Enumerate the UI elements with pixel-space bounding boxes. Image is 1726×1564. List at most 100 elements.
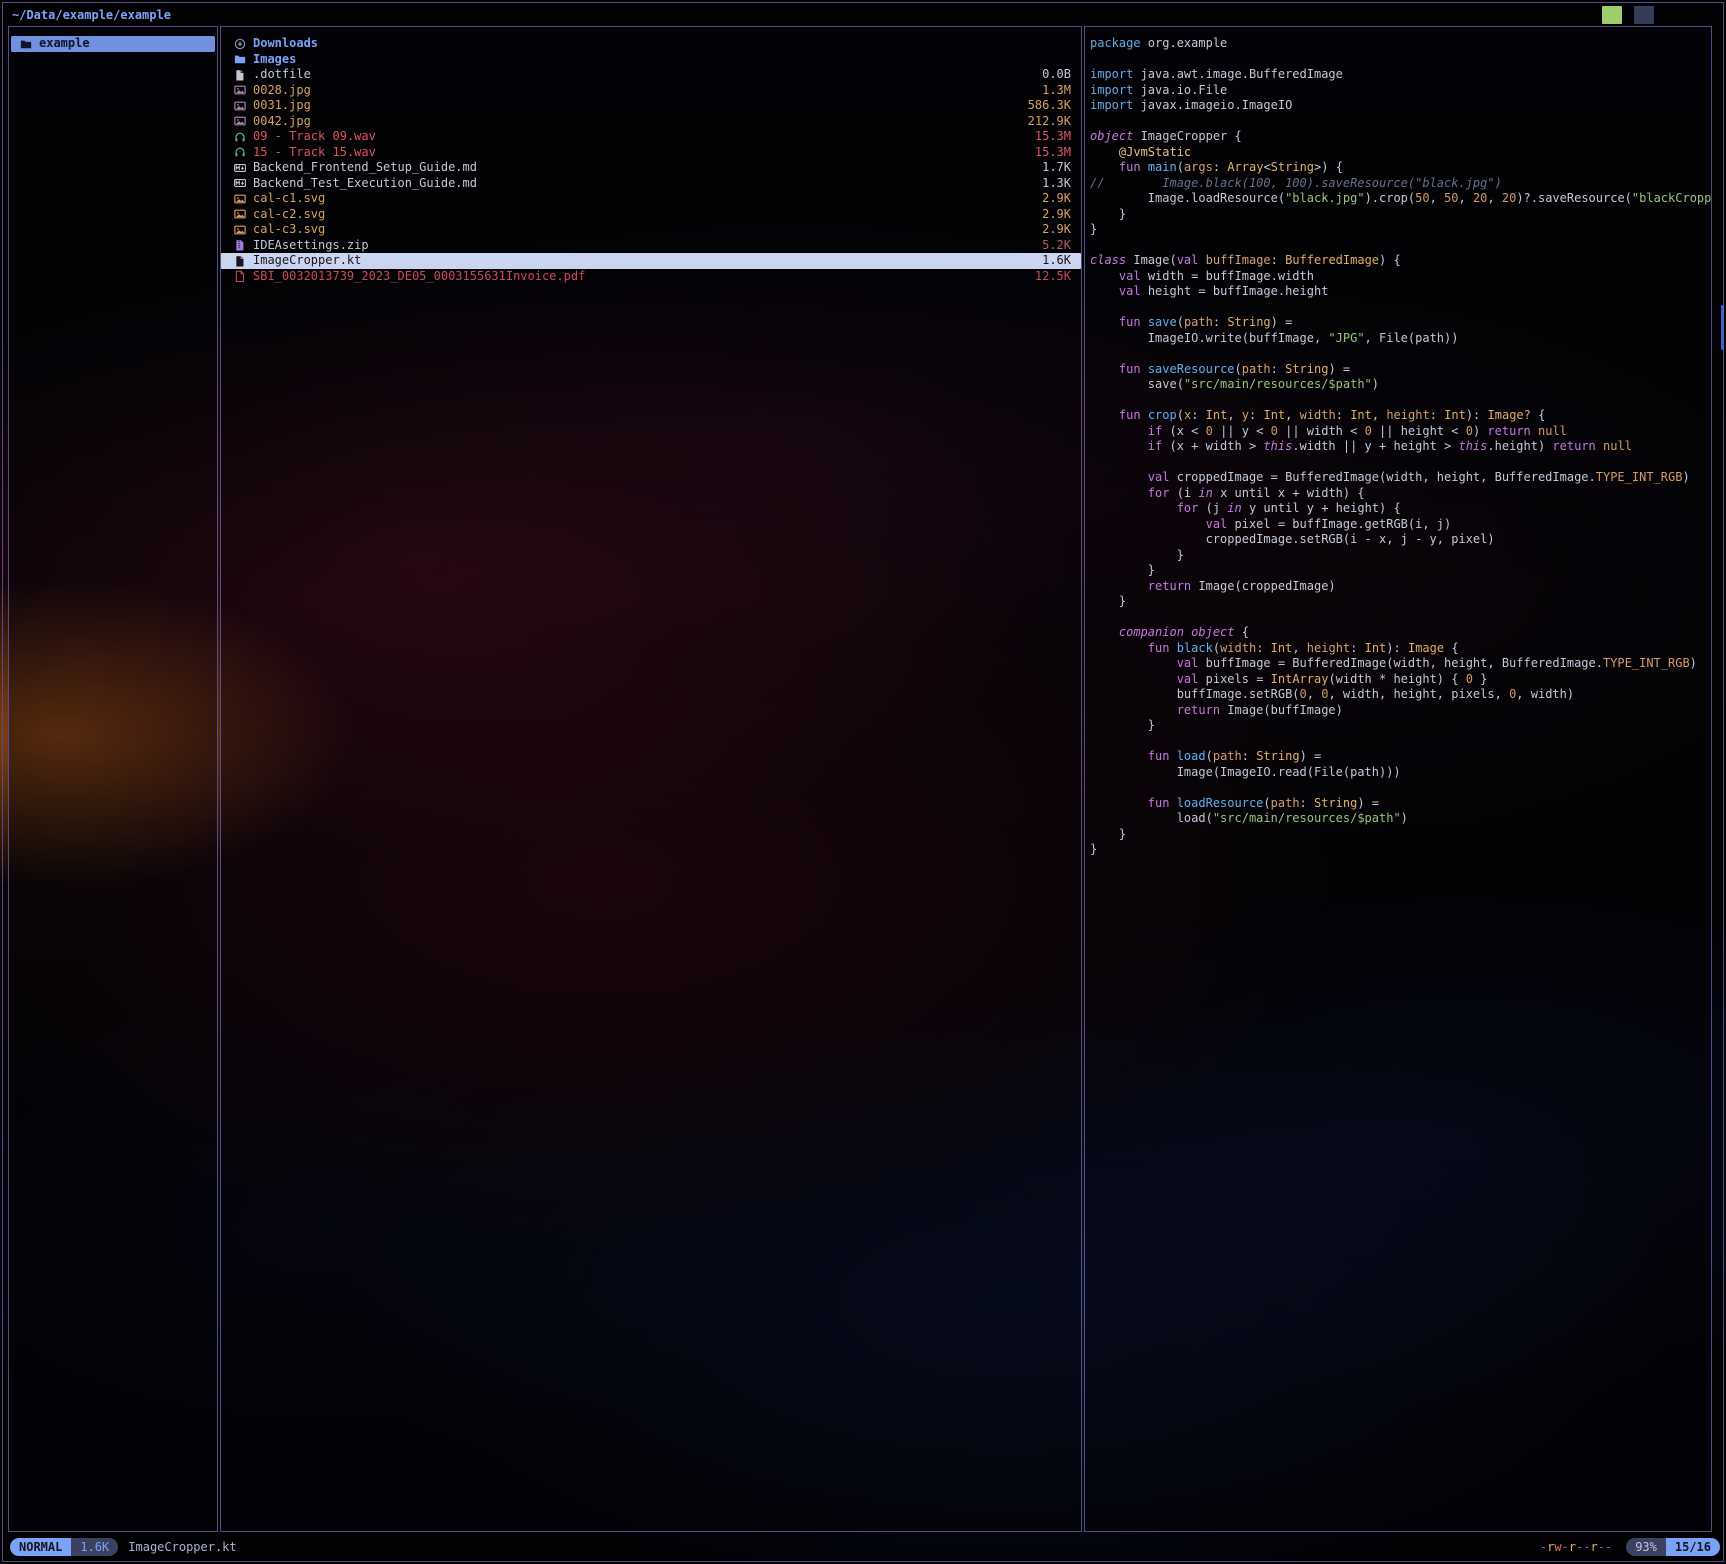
code-line xyxy=(1090,300,1711,316)
code-line: buffImage.setRGB(0, 0, width, height, pi… xyxy=(1090,687,1711,703)
file-size: 2.9K xyxy=(1042,191,1071,207)
code-line: return Image(croppedImage) xyxy=(1090,579,1711,595)
code-line xyxy=(1090,238,1711,254)
file-name: ImageCropper.kt xyxy=(253,253,1035,269)
file-list: Downloads Images .dotfile 0.0B 0028.jpg … xyxy=(221,27,1081,284)
file-row[interactable]: .dotfile 0.0B xyxy=(221,67,1081,83)
file-row[interactable]: SBI_0032013739_2023_DE05_0003155631Invoi… xyxy=(221,269,1081,285)
image-icon xyxy=(233,208,246,220)
code-line xyxy=(1090,780,1711,796)
file-row[interactable]: 0031.jpg 586.3K xyxy=(221,98,1081,114)
code-line: croppedImage.setRGB(i - x, j - y, pixel) xyxy=(1090,532,1711,548)
desktop-wallpaper: ~/Data/example/example example Downloads… xyxy=(0,0,1726,1564)
file-name: SBI_0032013739_2023_DE05_0003155631Invoi… xyxy=(253,269,1028,285)
tab[interactable] xyxy=(1666,6,1686,24)
file-row[interactable]: cal-c2.svg 2.9K xyxy=(221,207,1081,223)
scroll-percent: 93% xyxy=(1626,1538,1666,1556)
sidebar-item[interactable]: example xyxy=(11,36,215,52)
code-line: // Image.black(100, 100).saveResource("b… xyxy=(1090,176,1711,192)
code-line: import java.awt.image.BufferedImage xyxy=(1090,67,1711,83)
code-line: val pixel = buffImage.getRGB(i, j) xyxy=(1090,517,1711,533)
sidebar-item-label: example xyxy=(39,36,90,52)
code-line: ImageIO.write(buffImage, "JPG", File(pat… xyxy=(1090,331,1711,347)
code-line xyxy=(1090,114,1711,130)
code-line: for (j in y until y + height) { xyxy=(1090,501,1711,517)
code-line: package org.example xyxy=(1090,36,1711,52)
code-line: import javax.imageio.ImageIO xyxy=(1090,98,1711,114)
file-name: Backend_Test_Execution_Guide.md xyxy=(253,176,1035,192)
file-row[interactable]: 0028.jpg 1.3M xyxy=(221,83,1081,99)
mode-pill: NORMAL 1.6K xyxy=(6,1538,118,1556)
file-name: 0042.jpg xyxy=(253,114,1021,130)
file-row[interactable]: IDEAsettings.zip 5.2K xyxy=(221,238,1081,254)
download-folder-icon xyxy=(233,38,246,50)
file-row[interactable]: Backend_Frontend_Setup_Guide.md 1.7K xyxy=(221,160,1081,176)
code-line: val height = buffImage.height xyxy=(1090,284,1711,300)
code-line: } xyxy=(1090,842,1711,858)
status-filename: ImageCropper.kt xyxy=(128,1540,236,1554)
file-name: .dotfile xyxy=(253,67,1035,83)
file-icon xyxy=(233,69,246,81)
file-size: 1.3K xyxy=(1042,176,1071,192)
code-line xyxy=(1090,52,1711,68)
file-row[interactable]: Downloads xyxy=(221,36,1081,52)
code-line xyxy=(1090,610,1711,626)
file-size: 1.3M xyxy=(1042,83,1071,99)
code-line: import java.io.File xyxy=(1090,83,1711,99)
code-line: Image.loadResource("black.jpg").crop(50,… xyxy=(1090,191,1711,207)
code-line: object ImageCropper { xyxy=(1090,129,1711,145)
file-row[interactable]: 09 - Track 09.wav 15.3M xyxy=(221,129,1081,145)
code-line xyxy=(1090,734,1711,750)
preview-pane[interactable]: package org.example import java.awt.imag… xyxy=(1084,26,1712,1532)
code-line: if (x < 0 || y < 0 || width < 0 || heigh… xyxy=(1090,424,1711,440)
folder-icon xyxy=(233,53,246,65)
file-size-indicator: 1.6K xyxy=(71,1538,118,1556)
code-line: Image(ImageIO.read(File(path))) xyxy=(1090,765,1711,781)
code-line: companion object { xyxy=(1090,625,1711,641)
file-name: 09 - Track 09.wav xyxy=(253,129,1028,145)
file-name: IDEAsettings.zip xyxy=(253,238,1035,254)
code-line: } xyxy=(1090,563,1711,579)
file-row[interactable]: cal-c1.svg 2.9K xyxy=(221,191,1081,207)
file-name: cal-c1.svg xyxy=(253,191,1035,207)
file-row[interactable]: Backend_Test_Execution_Guide.md 1.3K xyxy=(221,176,1081,192)
file-size: 586.3K xyxy=(1028,98,1071,114)
code-line: val buffImage = BufferedImage(width, hei… xyxy=(1090,656,1711,672)
code-line: fun black(width: Int, height: Int): Imag… xyxy=(1090,641,1711,657)
file-name: Backend_Frontend_Setup_Guide.md xyxy=(253,160,1035,176)
file-name: 0031.jpg xyxy=(253,98,1021,114)
file-row[interactable]: ImageCropper.kt 1.6K xyxy=(221,253,1081,269)
file-row[interactable]: 0042.jpg 212.9K xyxy=(221,114,1081,130)
cursor-position: 15/16 xyxy=(1666,1538,1720,1556)
file-size: 2.9K xyxy=(1042,222,1071,238)
folder-icon xyxy=(19,38,32,50)
file-name: Downloads xyxy=(253,36,1064,52)
tab[interactable] xyxy=(1602,6,1622,24)
parent-list: example xyxy=(9,27,217,52)
panes: example Downloads Images .dotfile 0.0B 0… xyxy=(0,26,1726,1532)
file-row[interactable]: 15 - Track 15.wav 15.3M xyxy=(221,145,1081,161)
code-line: fun load(path: String) = xyxy=(1090,749,1711,765)
tab[interactable] xyxy=(1634,6,1654,24)
image-icon xyxy=(233,193,246,205)
file-row[interactable]: Images xyxy=(221,52,1081,68)
code-line: load("src/main/resources/$path") xyxy=(1090,811,1711,827)
file-row[interactable]: cal-c3.svg 2.9K xyxy=(221,222,1081,238)
code-line: } xyxy=(1090,548,1711,564)
code-line: if (x + width > this.width || y + height… xyxy=(1090,439,1711,455)
code-line: } xyxy=(1090,594,1711,610)
tab[interactable] xyxy=(1698,6,1718,24)
code-line: fun saveResource(path: String) = xyxy=(1090,362,1711,378)
file-permissions: -rw-r--r-- xyxy=(1540,1540,1612,1554)
status-right: -rw-r--r-- 93% 15/16 xyxy=(1540,1538,1720,1556)
code-line: } xyxy=(1090,207,1711,223)
file-name: cal-c2.svg xyxy=(253,207,1035,223)
file-name: Images xyxy=(253,52,1064,68)
file-name: 15 - Track 15.wav xyxy=(253,145,1028,161)
image-icon xyxy=(233,84,246,96)
code-line: } xyxy=(1090,222,1711,238)
status-bar: NORMAL 1.6K ImageCropper.kt -rw-r--r-- 9… xyxy=(0,1532,1726,1562)
file-size: 1.7K xyxy=(1042,160,1071,176)
pdf-icon xyxy=(233,270,246,282)
code-line: } xyxy=(1090,718,1711,734)
